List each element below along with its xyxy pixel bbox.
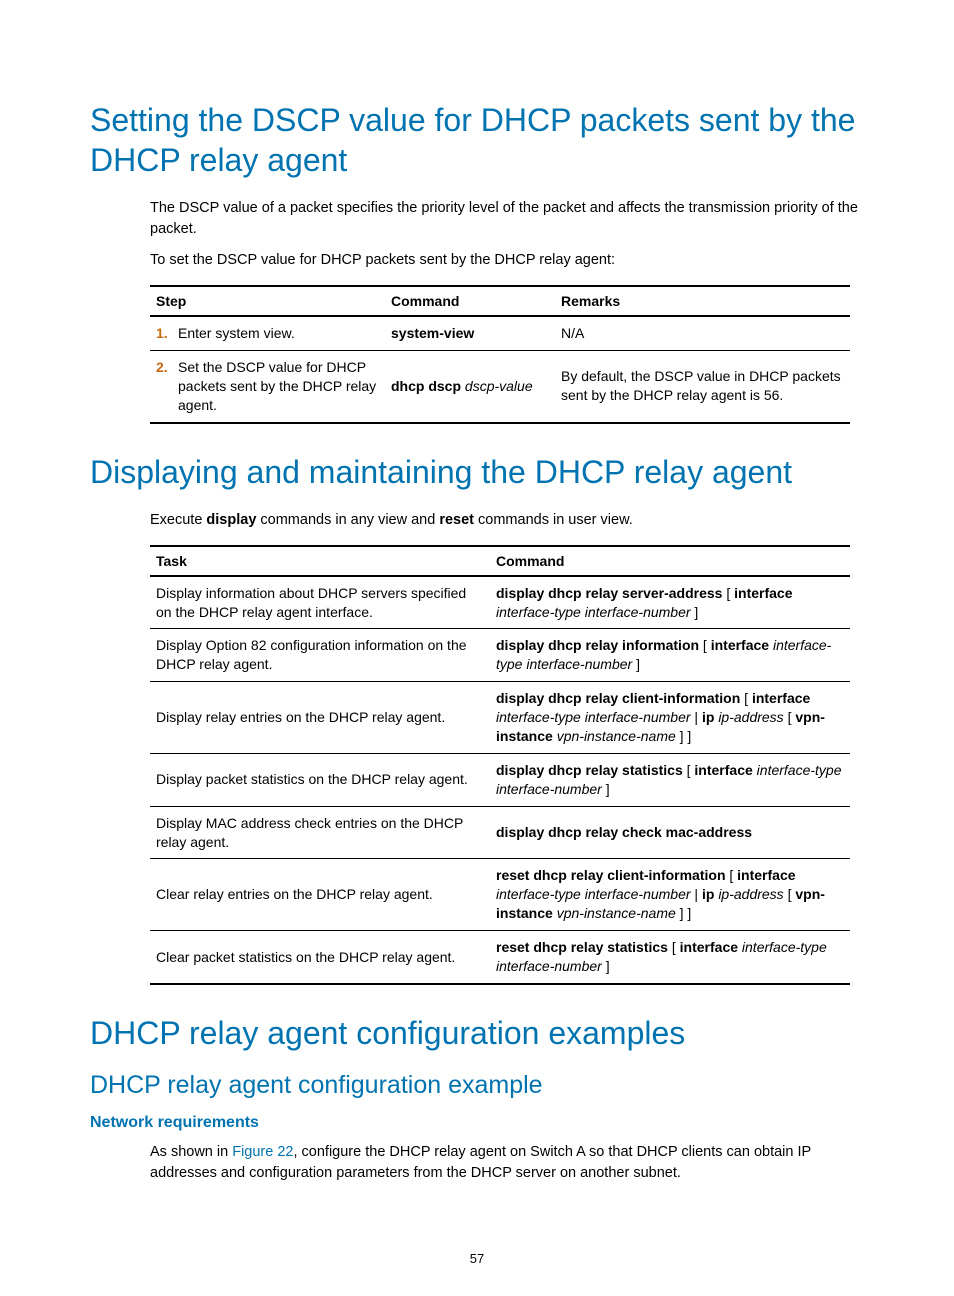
command-cell: display dhcp relay information [ interfa… <box>490 629 850 682</box>
command-cell: system-view <box>385 316 555 350</box>
heading-dscp: Setting the DSCP value for DHCP packets … <box>90 100 864 180</box>
heading-display-maintain: Displaying and maintaining the DHCP rela… <box>90 452 864 492</box>
command-cell: display dhcp relay check mac-address <box>490 806 850 859</box>
step-cell: 2.Set the DSCP value for DHCP packets se… <box>150 351 385 422</box>
task-cell: Display relay entries on the DHCP relay … <box>150 682 490 754</box>
task-cell: Display Option 82 configuration informat… <box>150 629 490 682</box>
heading-config-examples: DHCP relay agent configuration examples <box>90 1013 864 1053</box>
table-row: Display MAC address check entries on the… <box>150 806 850 859</box>
table-row: Clear relay entries on the DHCP relay ag… <box>150 859 850 931</box>
table-row: Display relay entries on the DHCP relay … <box>150 682 850 754</box>
page-number: 57 <box>90 1251 864 1266</box>
command-cell: reset dhcp relay client-information [ in… <box>490 859 850 931</box>
task-cell: Clear packet statistics on the DHCP rela… <box>150 931 490 984</box>
table-dscp-steps: Step Command Remarks 1.Enter system view… <box>150 285 850 424</box>
table-row: Display information about DHCP servers s… <box>150 576 850 629</box>
table-row: Display Option 82 configuration informat… <box>150 629 850 682</box>
th-step: Step <box>150 286 385 316</box>
th-remarks: Remarks <box>555 286 850 316</box>
figure-22-link[interactable]: Figure 22 <box>232 1144 293 1160</box>
task-cell: Display packet statistics on the DHCP re… <box>150 753 490 806</box>
command-cell: display dhcp relay client-information [ … <box>490 682 850 754</box>
table-display-commands: Task Command Display information about D… <box>150 545 850 985</box>
command-cell: reset dhcp relay statistics [ interface … <box>490 931 850 984</box>
table-row: 2.Set the DSCP value for DHCP packets se… <box>150 350 850 422</box>
step-cell: 1.Enter system view. <box>150 317 385 350</box>
heading-config-example: DHCP relay agent configuration example <box>90 1071 864 1100</box>
remarks-cell: By default, the DSCP value in DHCP packe… <box>555 350 850 422</box>
table-row: Display packet statistics on the DHCP re… <box>150 753 850 806</box>
task-cell: Display MAC address check entries on the… <box>150 806 490 859</box>
table-row: Clear packet statistics on the DHCP rela… <box>150 931 850 984</box>
task-cell: Clear relay entries on the DHCP relay ag… <box>150 859 490 931</box>
para-network-req: As shown in Figure 22, configure the DHC… <box>90 1142 864 1184</box>
th-command: Command <box>385 286 555 316</box>
para-dscp-2: To set the DSCP value for DHCP packets s… <box>90 250 864 271</box>
table-row: 1.Enter system view.system-viewN/A <box>150 316 850 350</box>
para-display-intro: Execute display commands in any view and… <box>90 510 864 531</box>
command-cell: display dhcp relay server-address [ inte… <box>490 576 850 629</box>
command-cell: dhcp dscp dscp-value <box>385 350 555 422</box>
command-cell: display dhcp relay statistics [ interfac… <box>490 753 850 806</box>
remarks-cell: N/A <box>555 316 850 350</box>
task-cell: Display information about DHCP servers s… <box>150 576 490 629</box>
heading-network-requirements: Network requirements <box>90 1114 864 1132</box>
th-task: Task <box>150 546 490 576</box>
th-command: Command <box>490 546 850 576</box>
para-dscp-1: The DSCP value of a packet specifies the… <box>90 198 864 240</box>
